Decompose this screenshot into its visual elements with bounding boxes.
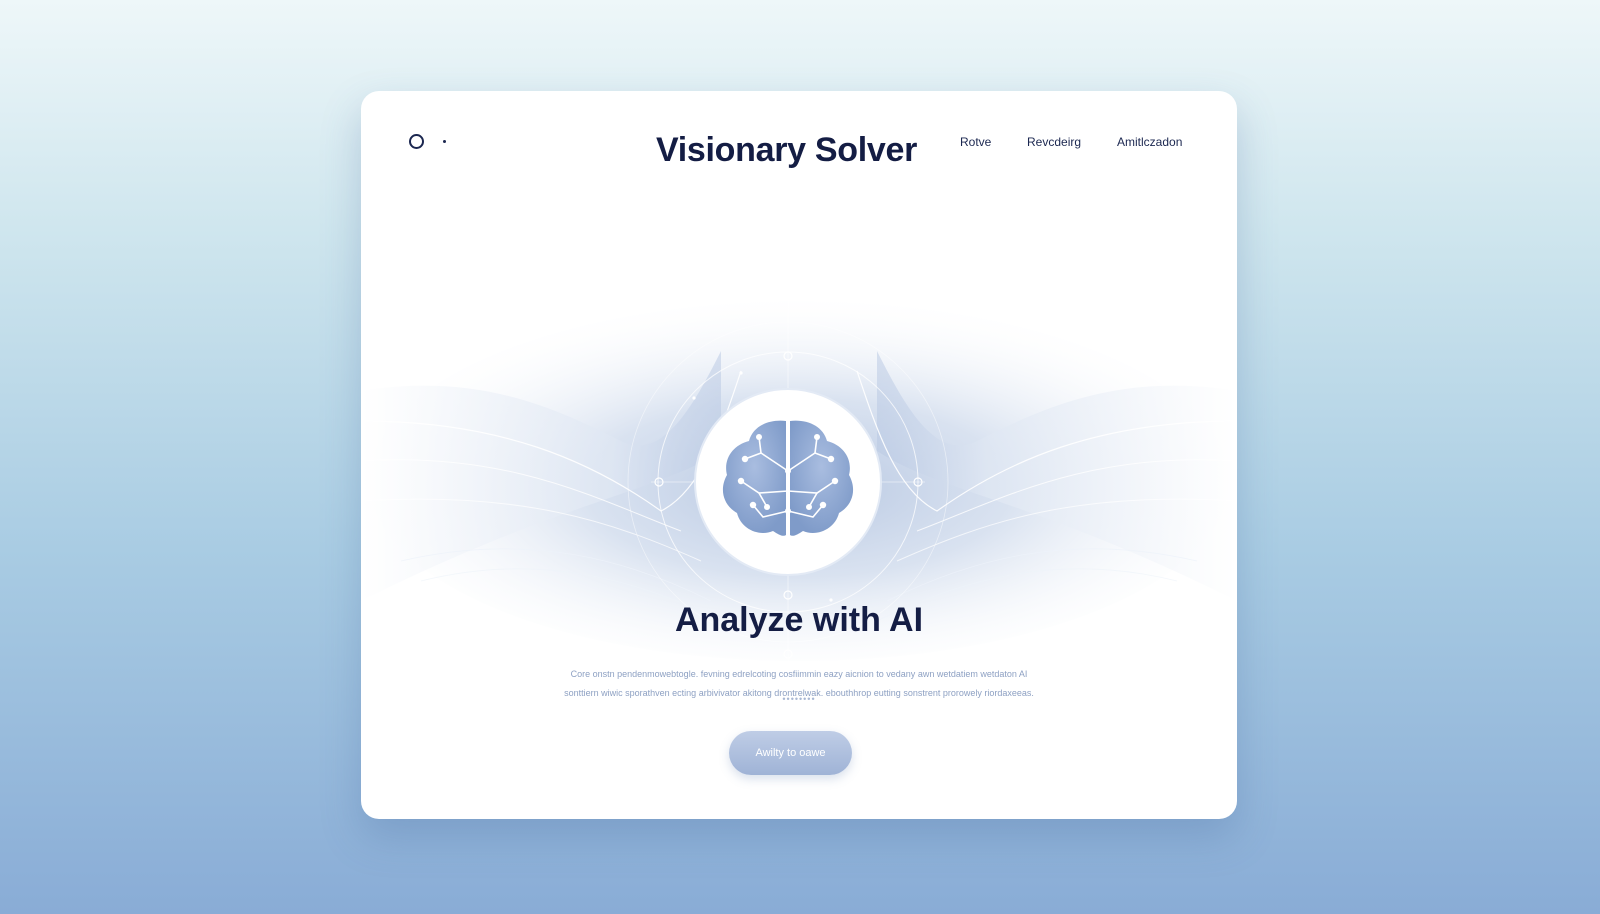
nav-link-1[interactable]: Rotve — [960, 135, 991, 149]
landing-card: Visionary Solver Rotve Revcdeirg Amitlcz… — [361, 91, 1237, 819]
nav-link-2[interactable]: Revcdeirg — [1027, 135, 1081, 149]
nav-link-3[interactable]: Amitlczadon — [1117, 135, 1182, 149]
hero-description-line-1: Core onstn pendenmowebtogle. fevning edr… — [570, 669, 1028, 679]
logo-circle-icon[interactable] — [409, 134, 424, 149]
cta-button[interactable]: Awilty to oawe — [729, 731, 852, 775]
hero-headline: Analyze with AI — [674, 601, 924, 639]
logo-dot-icon — [443, 140, 446, 143]
pagination-dots: •••••••• — [782, 694, 816, 704]
site-title: Visionary Solver — [656, 131, 918, 169]
